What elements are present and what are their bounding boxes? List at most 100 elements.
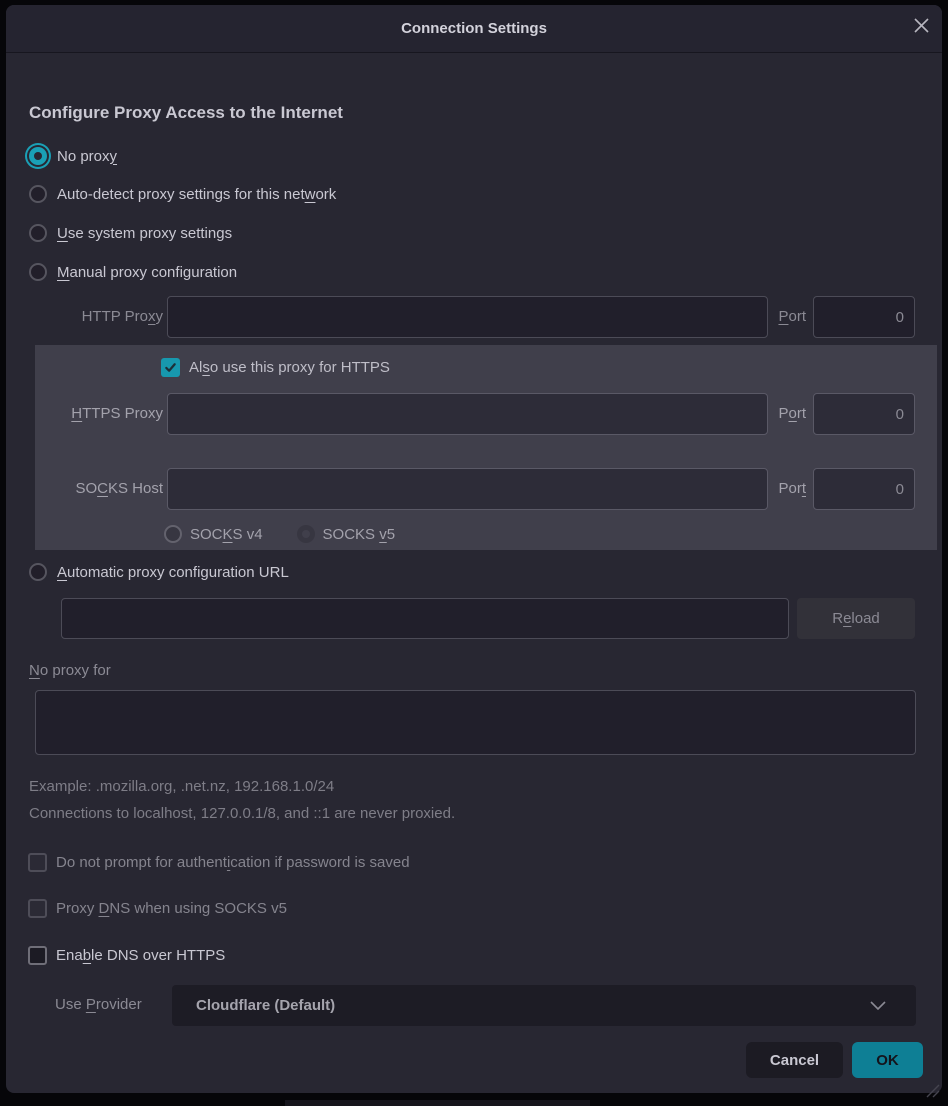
https-proxy-input[interactable]	[167, 393, 768, 435]
label-segment: SO	[75, 480, 97, 497]
label-segment: x	[148, 308, 156, 325]
label-segment: TTPS Proxy	[82, 405, 163, 422]
cancel-button[interactable]: Cancel	[746, 1042, 843, 1078]
socks-port-input[interactable]	[813, 468, 915, 510]
use-provider-label: Use Provider	[55, 996, 142, 1013]
http-port-input[interactable]	[813, 296, 915, 338]
label-segment: w	[305, 186, 316, 203]
checkbox-enable-doh[interactable]: Enable DNS over HTTPS	[28, 945, 225, 965]
label-segment: Al	[189, 359, 202, 376]
label-segment: Ena	[56, 947, 83, 964]
socks-host-input[interactable]	[167, 468, 768, 510]
radio-auto-detect[interactable]: Auto-detect proxy settings for this netw…	[29, 182, 336, 206]
radio-icon[interactable]	[29, 147, 47, 165]
checkbox-icon[interactable]	[161, 358, 180, 377]
http-proxy-input[interactable]	[167, 296, 768, 338]
ok-button[interactable]: OK	[852, 1042, 923, 1078]
label-segment: v	[379, 526, 387, 543]
label-segment: rovider	[96, 996, 142, 1013]
label-segment: KS Host	[108, 480, 163, 497]
label-segment: o	[788, 405, 796, 422]
close-icon	[913, 17, 930, 34]
checkbox-also-https[interactable]: Also use this proxy for HTTPS	[161, 357, 390, 377]
socks-port-label: Port	[774, 468, 806, 510]
label-segment: ork	[315, 186, 336, 203]
background-page-hint	[285, 1100, 590, 1106]
label-segment: P	[778, 405, 788, 422]
checkbox-label[interactable]: Also use this proxy for HTTPS	[189, 359, 390, 376]
provider-dropdown[interactable]: Cloudflare (Default)	[172, 985, 916, 1026]
checkbox-label[interactable]: Do not prompt for authentication if pass…	[56, 854, 410, 871]
radio-socks-v5[interactable]: SOCKS v5	[297, 525, 396, 543]
reload-button[interactable]: Reload	[797, 598, 915, 639]
label-segment: R	[832, 610, 843, 627]
label-segment: U	[57, 225, 68, 242]
radio-icon[interactable]	[297, 525, 315, 543]
radio-icon[interactable]	[29, 224, 47, 242]
checkbox-no-prompt-auth[interactable]: Do not prompt for authentication if pass…	[28, 852, 410, 872]
label-segment: M	[57, 264, 70, 281]
radio-label[interactable]: Automatic proxy configuration URL	[57, 564, 289, 581]
label-segment: anual proxy configuration	[70, 264, 238, 281]
radio-no-proxy[interactable]: No proxy	[29, 144, 117, 168]
label-segment: Use	[55, 996, 86, 1013]
radio-label[interactable]: Auto-detect proxy settings for this netw…	[57, 186, 336, 203]
checkbox-label[interactable]: Enable DNS over HTTPS	[56, 947, 225, 964]
socks-version-group: SOCKS v4 SOCKS v5	[164, 525, 395, 543]
radio-icon[interactable]	[29, 563, 47, 581]
radio-socks-v4[interactable]: SOCKS v4	[164, 525, 263, 543]
label-segment: Do not prompt for authent	[56, 854, 227, 871]
label-segment: Por	[778, 480, 801, 497]
radio-label[interactable]: SOCKS v4	[190, 526, 263, 543]
radio-label[interactable]: Use system proxy settings	[57, 225, 232, 242]
label-segment: NS when using SOCKS v5	[109, 900, 287, 917]
label-segment: b	[83, 947, 91, 964]
label-segment: K	[223, 526, 233, 543]
radio-icon[interactable]	[29, 263, 47, 281]
label-segment: No prox	[57, 148, 110, 165]
label-segment: A	[57, 564, 67, 581]
https-proxy-label: HTTPS Proxy	[29, 393, 163, 435]
no-proxy-example-text: Example: .mozilla.org, .net.nz, 192.168.…	[29, 778, 334, 795]
dialog-titlebar: Connection Settings	[6, 5, 942, 53]
label-segment: Auto-detect proxy settings for this net	[57, 186, 305, 203]
checkbox-icon[interactable]	[28, 853, 47, 872]
label-segment: P	[778, 308, 788, 325]
label-segment: e	[843, 610, 851, 627]
radio-label[interactable]: No proxy	[57, 148, 117, 165]
radio-label[interactable]: Manual proxy configuration	[57, 264, 237, 281]
radio-label[interactable]: SOCKS v5	[323, 526, 396, 543]
label-segment: Proxy	[56, 900, 99, 917]
http-port-label: Port	[774, 296, 806, 338]
label-segment: utomatic proxy configuration URL	[67, 564, 289, 581]
label-segment: load	[851, 610, 879, 627]
label-segment: D	[99, 900, 110, 917]
checkbox-icon[interactable]	[28, 946, 47, 965]
label-segment: le DNS over HTTPS	[91, 947, 225, 964]
radio-automatic-url[interactable]: Automatic proxy configuration URL	[29, 560, 289, 584]
radio-manual[interactable]: Manual proxy configuration	[29, 260, 237, 284]
label-segment: S v4	[233, 526, 263, 543]
label-segment: SOCKS	[323, 526, 380, 543]
radio-icon[interactable]	[29, 185, 47, 203]
localhost-note-text: Connections to localhost, 127.0.0.1/8, a…	[29, 805, 455, 822]
label-segment: P	[86, 996, 96, 1013]
label-segment: rt	[797, 405, 806, 422]
close-button[interactable]	[908, 12, 934, 38]
checkbox-icon[interactable]	[28, 899, 47, 918]
automatic-url-input[interactable]	[61, 598, 789, 639]
checkbox-label[interactable]: Proxy DNS when using SOCKS v5	[56, 900, 287, 917]
label-segment: s	[202, 359, 210, 376]
label-segment: ort	[788, 308, 806, 325]
resize-grip-icon[interactable]	[922, 1080, 940, 1098]
http-proxy-label: HTTP Proxy	[29, 296, 163, 338]
radio-use-system[interactable]: Use system proxy settings	[29, 221, 232, 245]
https-port-label: Port	[774, 393, 806, 435]
radio-icon[interactable]	[164, 525, 182, 543]
https-port-input[interactable]	[813, 393, 915, 435]
checkbox-proxy-dns-socks5[interactable]: Proxy DNS when using SOCKS v5	[28, 898, 287, 918]
label-segment: o proxy for	[40, 662, 111, 679]
socks-host-label: SOCKS Host	[29, 468, 163, 510]
label-segment: y	[110, 148, 118, 165]
no-proxy-for-textarea[interactable]	[35, 690, 916, 755]
